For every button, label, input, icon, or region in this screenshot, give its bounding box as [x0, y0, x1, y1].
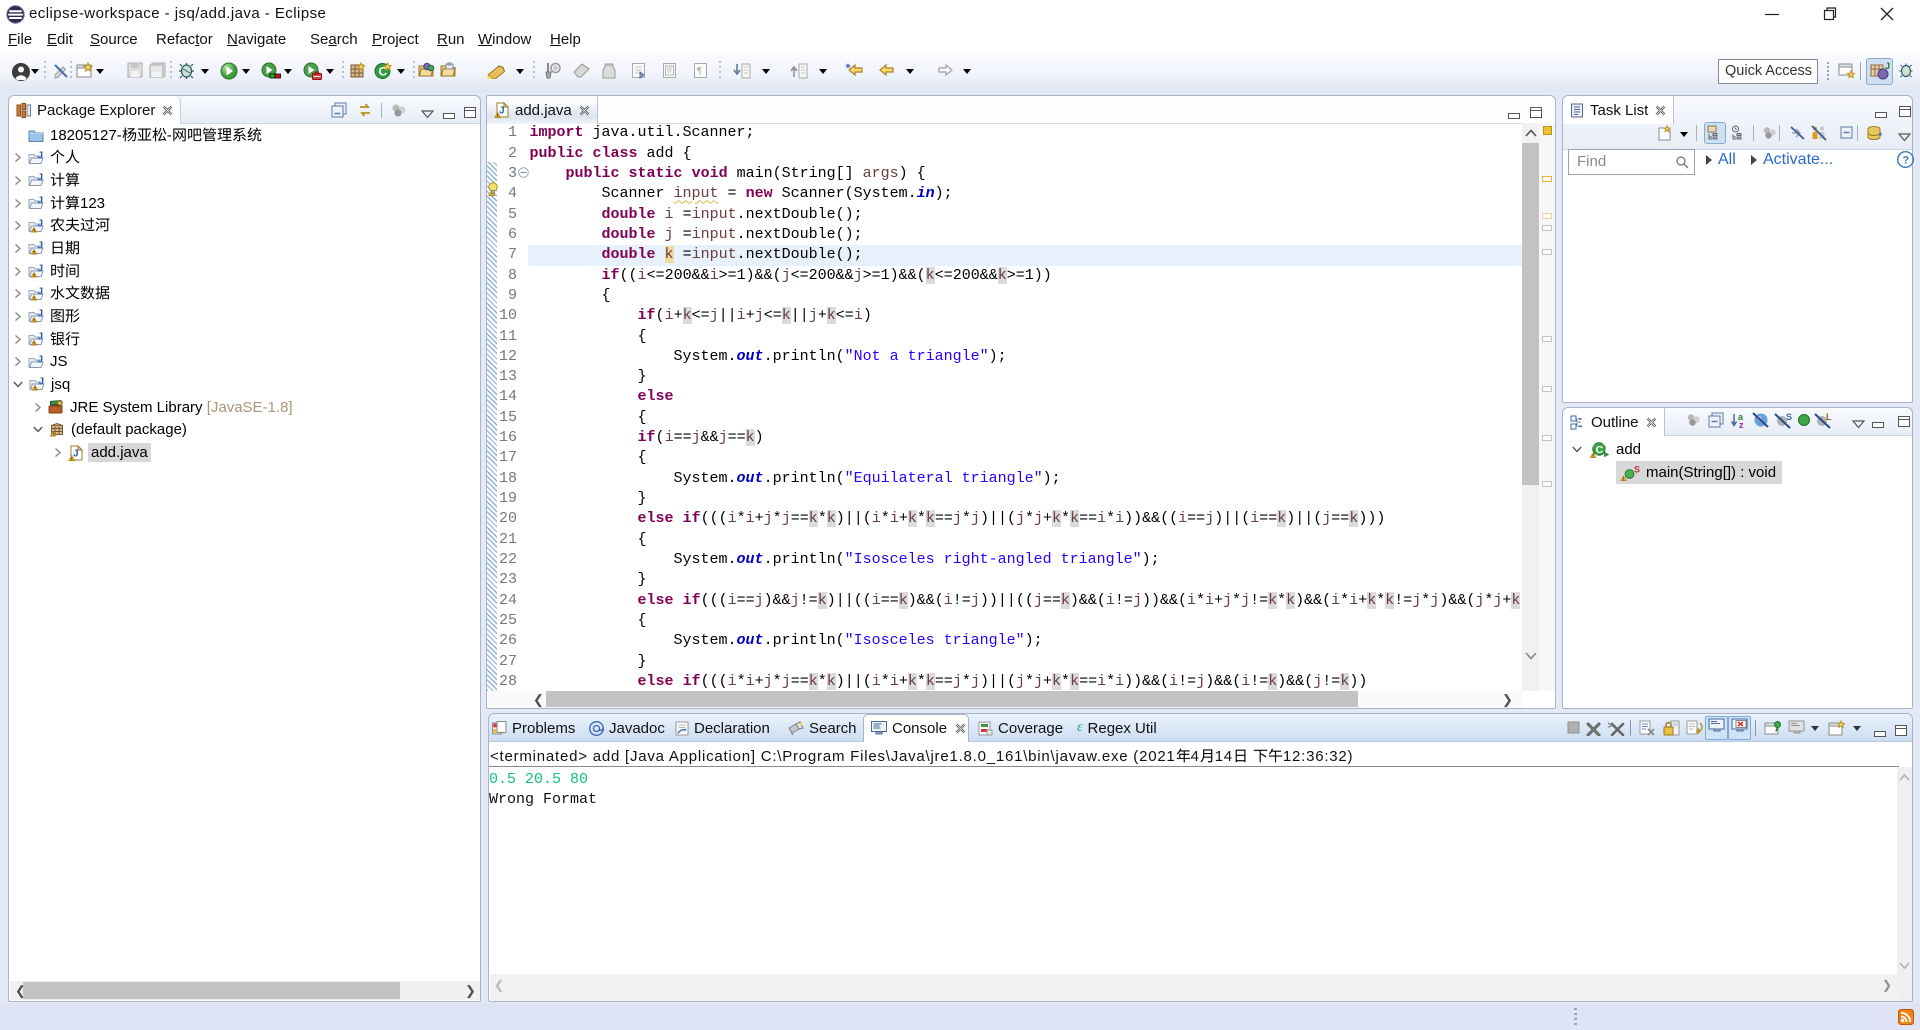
svg-text:C: C — [1596, 443, 1604, 455]
svg-text:J: J — [38, 309, 44, 320]
svg-text:S: S — [1786, 412, 1792, 422]
svg-text:J: J — [38, 151, 44, 162]
svg-text:¶: ¶ — [697, 66, 702, 77]
svg-text:J: J — [38, 355, 44, 366]
svg-text:z: z — [1739, 420, 1744, 429]
svg-text:J: J — [73, 448, 79, 459]
svg-text:J: J — [38, 332, 44, 343]
svg-text:J: J — [39, 377, 45, 388]
svg-text:J: J — [38, 241, 44, 252]
svg-text:?: ? — [1903, 155, 1910, 167]
svg-text:J: J — [1885, 61, 1890, 71]
svg-text:L: L — [1826, 412, 1832, 422]
svg-text:J: J — [38, 173, 44, 184]
svg-text:J: J — [499, 106, 505, 117]
svg-text:S: S — [1634, 465, 1640, 475]
svg-text:J: J — [38, 196, 44, 207]
svg-text:J: J — [38, 287, 44, 298]
svg-text:J: J — [38, 219, 44, 230]
svg-text:J: J — [38, 264, 44, 275]
